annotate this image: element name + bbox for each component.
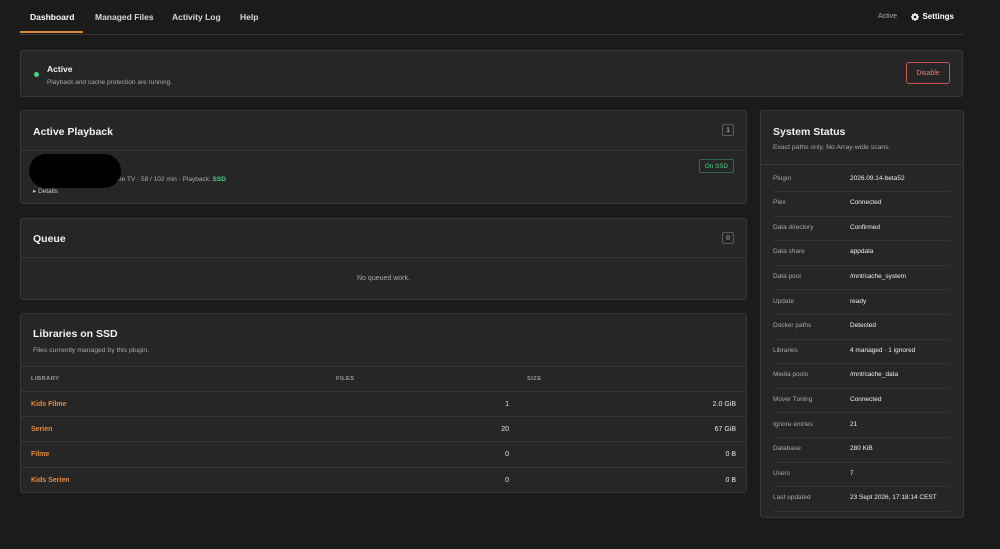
table-row: Serien 20 67 GiB [21,416,746,442]
status-row: Update ready [773,290,951,316]
status-row: Data share appdata [773,240,951,266]
status-key: Users [773,469,790,477]
status-row: Plugin 2026.09.14-beta52 [773,167,951,193]
divider [21,257,746,258]
status-value: appdata [850,248,874,256]
column-header-files: FILES [336,376,355,382]
status-key: Plugin [773,174,792,182]
status-dot-icon [34,72,39,77]
status-value: Confirmed [850,223,880,231]
status-row: Data directory Confirmed [773,216,951,242]
tab-help[interactable]: Help [240,12,258,22]
library-name-link[interactable]: Filme [31,451,49,458]
status-row: Docker paths Detected [773,314,951,340]
status-value: 7 [850,469,854,477]
status-row: Libraries 4 managed · 1 ignored [773,339,951,365]
status-row: Plex Connected [773,191,951,217]
library-files: 20 [501,426,509,433]
status-key: Media pools [773,371,809,379]
status-key: Docker paths [773,322,812,330]
queue-count-badge: 0 [722,232,734,244]
active-playback-card: Active Playback 1 ire TV · 58 / 102 min … [20,110,747,204]
status-key: Update [773,297,794,305]
queue-card: Queue 0 No queued work. [20,218,747,300]
library-files: 0 [505,477,509,484]
banner-title: Active [47,64,73,74]
divider [21,366,746,367]
libraries-subtitle: Files currently managed by this plugin. [33,347,149,354]
gear-icon [911,12,920,21]
status-value: 280 KiB [850,445,873,453]
status-key: Libraries [773,346,798,354]
status-value: Connected [850,199,882,207]
library-name-link[interactable]: Serien [31,426,52,433]
status-value: 23 Sept 2026, 17:18:14 CEST [850,494,937,502]
status-row: Mover Tuning Connected [773,388,951,414]
table-row: Kids Filme 1 2.0 GiB [21,391,746,417]
nav-status-text: Active [877,13,897,20]
on-ssd-badge: On SSD [698,159,734,173]
system-status-card: System Status Exact paths only. No Array… [760,110,964,518]
tab-dashboard[interactable]: Dashboard [30,12,74,22]
libraries-card: Libraries on SSD Files currently managed… [20,313,747,493]
banner-subtitle: Playback and cache protection are runnin… [47,79,173,86]
library-name-link[interactable]: Kids Filme [31,401,66,408]
status-value: /mnt/cache_system [850,272,906,280]
status-value: /mnt/cache_data [850,371,899,379]
playback-ssd-label: SSD [212,176,226,183]
status-key: Mover Tuning [773,395,813,403]
status-row: Database 280 KiB [773,437,951,463]
status-key: Data pool [773,272,801,280]
status-key: Data share [773,248,805,256]
column-header-library: LIBRARY [31,376,60,382]
status-row: Data pool/mnt/cache_system [773,265,951,291]
status-value: 21 [850,420,858,428]
status-value: Connected [850,395,882,403]
status-row: Last updated 23 Sept 2026, 17:18:14 CEST [773,486,951,512]
library-files: 1 [505,401,509,408]
status-subtitle: Exact paths only. No Array-wide scans. [773,144,891,151]
settings-label: Settings [922,12,954,21]
table-row: Filme 0 0 B [21,441,746,467]
library-name-link[interactable]: Kids Serien [31,477,70,484]
status-key: Data directory [773,223,814,231]
library-files: 0 [505,451,509,458]
status-banner: Active Playback and cache protection are… [20,50,963,97]
status-row: Users 7 [773,462,951,488]
status-key: Database [773,445,801,453]
status-key: Last updated [773,494,811,502]
status-value: 4 managed · 1 ignored [850,346,916,354]
library-size: 0 B [725,477,736,484]
column-header-size: SIZE [527,376,542,382]
queue-empty-message: No queued work. [357,275,410,282]
status-key: Ignore entries [773,420,813,428]
library-size: 67 GiB [714,426,736,433]
tab-managed-files[interactable]: Managed Files [95,12,154,22]
divider [761,164,963,165]
details-toggle[interactable]: ▸ Details [33,187,58,195]
top-nav: Dashboard Managed Files Activity Log Hel… [20,0,963,35]
settings-button[interactable]: Settings [911,12,954,21]
libraries-title: Libraries on SSD [33,328,118,340]
status-row: Media pools/mnt/cache_data [773,363,951,389]
playback-title: Active Playback [33,126,113,138]
status-value: 2026.09.14-beta52 [850,174,905,182]
playback-meta: ire TV · 58 / 102 min · Playback: SSD [118,176,226,183]
library-size: 2.0 GiB [712,401,736,408]
status-key: Plex [773,199,786,207]
status-value: Detected [850,322,877,330]
active-tab-indicator [20,31,83,33]
status-value: ready [850,297,867,305]
queue-title: Queue [33,233,66,245]
tab-activity-log[interactable]: Activity Log [172,12,221,22]
table-row: Kids Serien 0 0 B [21,467,746,493]
disable-button[interactable]: Disable [906,62,950,84]
playback-count-badge: 1 [722,124,734,136]
divider [21,150,746,151]
redacted-title [29,154,121,188]
status-row: Ignore entries 21 [773,413,951,439]
status-title: System Status [773,126,846,138]
playback-meta-text: ire TV · 58 / 102 min · Playback: [118,176,213,183]
library-size: 0 B [725,451,736,458]
